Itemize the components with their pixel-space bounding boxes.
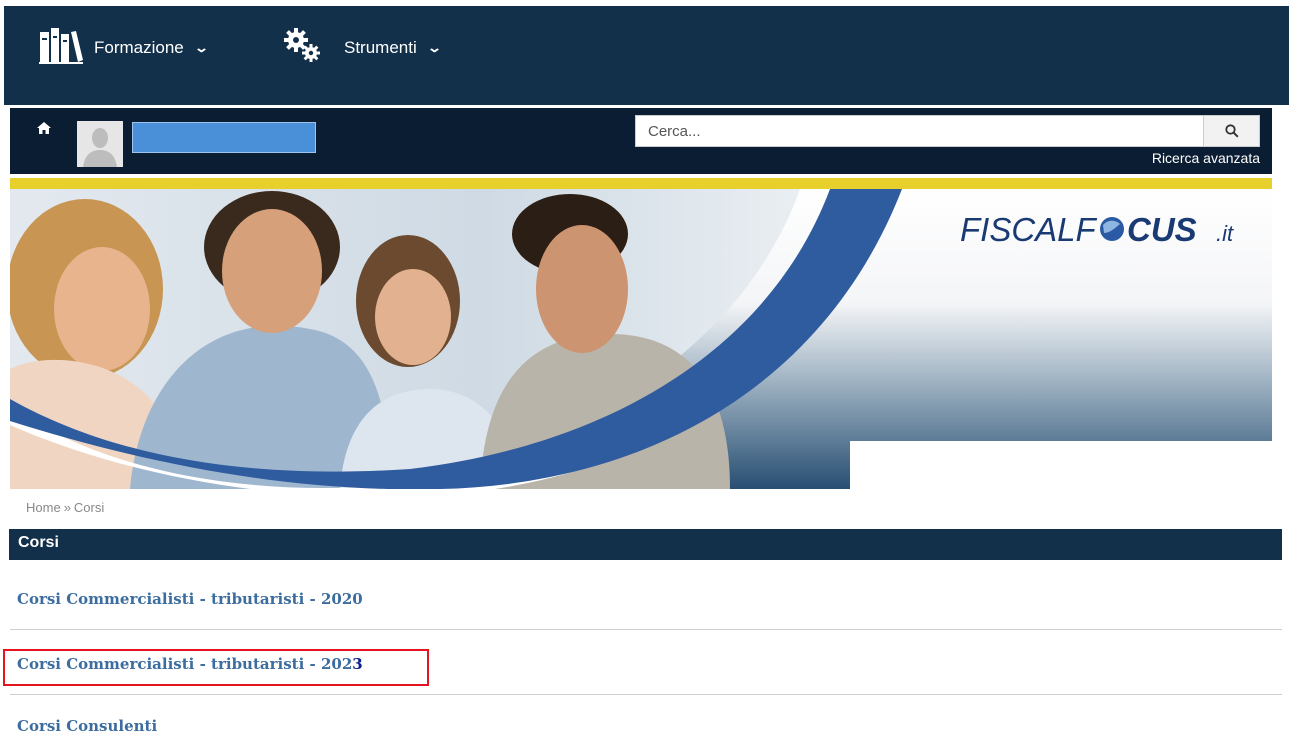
nav-strumenti-label: Strumenti (344, 38, 417, 57)
highlight-box (3, 649, 429, 686)
svg-text:FISCALF: FISCALF (960, 211, 1098, 248)
accent-stripe (10, 178, 1272, 189)
search-box (635, 115, 1260, 147)
nav-formazione[interactable]: Formazione ⌄ (38, 26, 209, 71)
search-input[interactable] (636, 116, 1203, 146)
gears-icon (284, 27, 322, 70)
search-button[interactable] (1203, 116, 1259, 146)
home-icon[interactable] (37, 121, 51, 139)
course-link-2020[interactable]: Corsi Commercialisti - tributaristi - 20… (17, 590, 363, 608)
breadcrumb: Home» Corsi (26, 500, 104, 515)
breadcrumb-current: Corsi (73, 500, 105, 515)
divider (10, 629, 1282, 630)
header-banner: FISCALF CUS .it (10, 189, 1272, 489)
nav-strumenti[interactable]: Strumenti ⌄ (284, 27, 442, 70)
user-search-bar: Ricerca avanzata (10, 108, 1272, 174)
top-navigation: Formazione ⌄ Strumenti ⌄ (4, 6, 1289, 105)
chevron-down-icon: ⌄ (193, 40, 209, 55)
nav-formazione-label: Formazione (94, 38, 184, 57)
svg-text:CUS: CUS (1127, 211, 1197, 248)
advanced-search-link[interactable]: Ricerca avanzata (1152, 150, 1260, 166)
svg-text:.it: .it (1216, 221, 1234, 246)
section-header: Corsi (9, 529, 1282, 560)
section-title: Corsi (18, 534, 59, 551)
search-icon (1224, 124, 1239, 138)
breadcrumb-separator: » (63, 500, 71, 515)
books-icon (38, 26, 84, 71)
avatar[interactable] (77, 121, 123, 167)
banner-image: FISCALF CUS .it (10, 189, 1272, 489)
breadcrumb-home-link[interactable]: Home (26, 500, 61, 515)
divider (10, 694, 1282, 695)
chevron-down-icon: ⌄ (426, 40, 442, 55)
username-redacted (132, 122, 316, 153)
course-link-consulenti[interactable]: Corsi Consulenti (17, 717, 157, 735)
